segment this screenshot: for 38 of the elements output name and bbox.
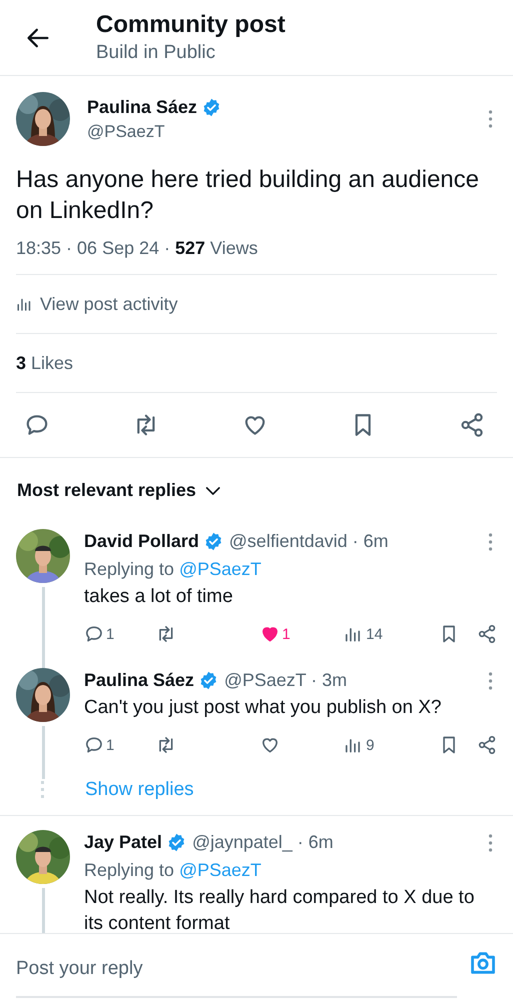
reply-count: 1 [106,736,114,754]
share-icon[interactable] [477,624,497,644]
caret-icon [206,486,220,494]
reply-field[interactable]: Post your reply [16,950,457,998]
reply-text: Not really. Its really hard compared to X due to its content format [84,886,476,936]
handle-and-time: @PSaezT · 3m [224,670,348,691]
more-icon[interactable] [488,672,493,690]
post-text: Has anyone here tried building an audience on LinkedIn? [16,165,480,226]
reply-text: takes a lot of time [84,585,234,609]
replying-to-text: Replying to @PSaezT [84,559,262,580]
view-activity-link[interactable]: View post activity [40,294,178,314]
replying-to-text: Replying to @PSaezT [84,860,262,881]
more-icon[interactable] [488,110,493,128]
share-icon[interactable] [459,412,485,438]
reply-count: 1 [106,626,114,642]
like-count: 1 [282,626,290,642]
more-icon[interactable] [488,532,493,550]
reply-text: Can't you just post what you publish on X? [84,696,442,720]
sort-dropdown[interactable]: Most relevant replies [17,480,220,501]
post-meta: 18:35 · 06 Sep 24 · 527 Views [16,238,497,275]
heart-icon[interactable] [260,624,280,644]
handle-and-time: @selfientdavid · 6m [229,531,388,552]
more-icon[interactable] [488,834,493,852]
user-name[interactable]: Jay Patel [84,832,162,853]
reply-icon[interactable] [84,735,104,755]
share-icon[interactable] [477,735,497,755]
heart-icon[interactable] [260,735,280,755]
reply-icon[interactable] [84,624,104,644]
likes-count[interactable]: 3 Likes [16,352,74,374]
page-title: Community post [96,10,286,40]
user-name[interactable]: David Pollard [84,531,200,552]
handle-and-time: @jaynpatel_ · 6m [192,832,334,853]
community-name[interactable]: Build in Public [96,40,286,66]
user-name[interactable]: Paulina Sáez [84,670,194,691]
user-handle[interactable]: @PSaezT [87,122,488,142]
view-count: 14 [366,626,383,642]
user-name[interactable]: Paulina Sáez [87,96,198,118]
view-count: 9 [366,736,374,754]
